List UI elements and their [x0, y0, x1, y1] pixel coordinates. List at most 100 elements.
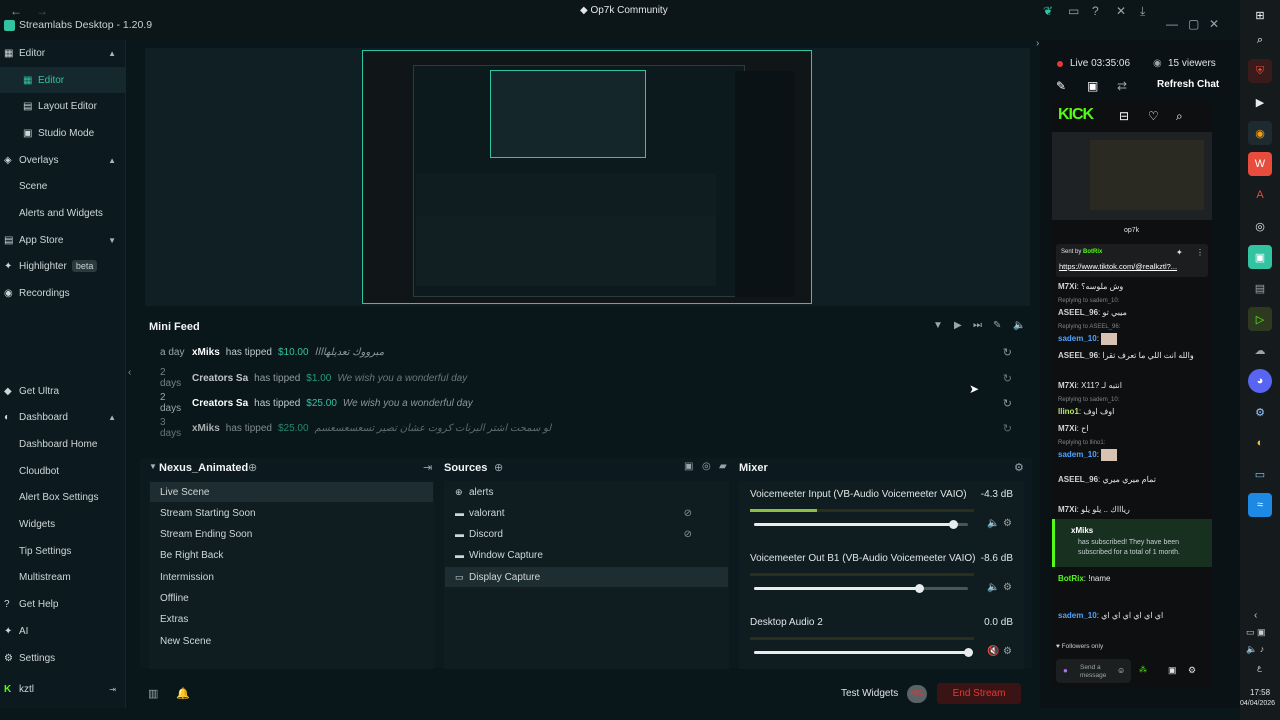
- language-indicator[interactable]: ع: [1257, 663, 1262, 672]
- search-icon[interactable]: ⌕: [1248, 28, 1272, 52]
- app-office-icon[interactable]: W: [1248, 152, 1272, 176]
- volume-slider[interactable]: [754, 587, 968, 590]
- app-files-icon[interactable]: ▤: [1248, 276, 1272, 300]
- leaf-icon[interactable]: ❦: [1043, 4, 1053, 18]
- slider-knob[interactable]: [949, 520, 959, 529]
- sidebar-item-ai[interactable]: ✦ AI: [0, 618, 126, 644]
- sidebar-item-settings[interactable]: ⚙ Settings: [0, 645, 126, 671]
- add-scene-icon[interactable]: ⊕: [248, 461, 257, 474]
- sidebar-section-highlighter[interactable]: ✦ Highlighter beta: [0, 253, 126, 279]
- scene-item[interactable]: New Scene: [150, 631, 433, 651]
- scene-item[interactable]: Offline: [150, 588, 433, 608]
- replay-icon[interactable]: ↻: [1003, 397, 1012, 410]
- gear-icon[interactable]: ⚙: [1003, 518, 1012, 529]
- sidebar-item-layout-editor[interactable]: ▤ Layout Editor: [0, 93, 126, 119]
- share-icon[interactable]: ⇄: [1117, 79, 1127, 93]
- sidebar-section-editor[interactable]: ▦ Editor ▲: [0, 40, 126, 66]
- app-vector-icon[interactable]: A: [1248, 183, 1272, 207]
- sidebar-item-studio-mode[interactable]: ▣ Studio Mode: [0, 120, 126, 146]
- scene-item[interactable]: Live Scene: [150, 482, 433, 502]
- tray-volume-icon[interactable]: 🔈 ♪: [1246, 644, 1264, 655]
- speaker-icon[interactable]: 🔈: [987, 582, 999, 593]
- scene-transition-icon[interactable]: ⇥: [423, 461, 432, 474]
- display-icon[interactable]: ▭: [1068, 4, 1079, 18]
- sidebar-section-recordings[interactable]: ◉ Recordings: [0, 280, 126, 306]
- replay-icon[interactable]: ↻: [1003, 372, 1012, 385]
- pinned-link[interactable]: https://www.tiktok.com/@realkztl?...: [1059, 262, 1177, 271]
- scene-item[interactable]: Extras: [150, 609, 433, 629]
- volume-slider[interactable]: [754, 651, 968, 654]
- gear-icon[interactable]: ⚙: [1003, 582, 1012, 593]
- more-icon[interactable]: ⋮: [1196, 248, 1204, 257]
- start-icon[interactable]: ⊞: [1248, 3, 1272, 27]
- emoji-icon[interactable]: ☺: [1117, 666, 1125, 675]
- sidebar-user[interactable]: Kkztl ⇥: [0, 676, 126, 702]
- scene-item[interactable]: Be Right Back: [150, 545, 433, 565]
- maximize-icon[interactable]: ▢: [1188, 17, 1199, 31]
- add-source-icon[interactable]: ⊕: [494, 461, 503, 474]
- app-browser-icon[interactable]: ◉: [1248, 121, 1272, 145]
- source-group-icon[interactable]: ▣: [684, 461, 693, 472]
- app-firefox-icon[interactable]: ◐: [1248, 431, 1272, 455]
- filter-icon[interactable]: ▼: [933, 320, 943, 331]
- scene-item[interactable]: Stream Starting Soon: [150, 503, 433, 523]
- sidebar-item-get-ultra[interactable]: ◆ Get Ultra: [0, 378, 126, 404]
- app-cloud-icon[interactable]: ☁: [1248, 338, 1272, 362]
- app-kick-icon[interactable]: ▷: [1248, 307, 1272, 331]
- minimize-icon[interactable]: —: [1166, 17, 1178, 31]
- sidebar-item-multistream[interactable]: Multistream: [0, 564, 126, 590]
- skip-icon[interactable]: ⏭: [973, 320, 982, 331]
- mic-icon[interactable]: ●: [1063, 666, 1068, 675]
- slider-knob[interactable]: [964, 648, 973, 657]
- sidebar-item-widgets[interactable]: Widgets: [0, 511, 126, 537]
- app-discord-icon[interactable]: ◕: [1248, 369, 1272, 393]
- sidebar-section-overlays[interactable]: ◈ Overlays ▲: [0, 147, 126, 173]
- gear-icon[interactable]: ⚙: [1014, 461, 1024, 474]
- app-media-icon[interactable]: ▶: [1248, 90, 1272, 114]
- app-streamlabs-icon[interactable]: ▣: [1248, 245, 1272, 269]
- clock-date[interactable]: 04/04/2026: [1240, 700, 1275, 707]
- app-obs-icon[interactable]: ◎: [1248, 214, 1272, 238]
- mute-alerts-icon[interactable]: ✎: [993, 320, 1001, 331]
- display-capture-preview[interactable]: [362, 50, 812, 304]
- play-icon[interactable]: ▶: [954, 320, 962, 331]
- notifications-icon[interactable]: 🔔: [176, 687, 190, 700]
- app-monitor-icon[interactable]: ▭: [1248, 462, 1272, 486]
- sidebar-item-cloudbot[interactable]: Cloudbot: [0, 458, 126, 484]
- logout-icon[interactable]: ⇥: [109, 685, 116, 694]
- pinned-message[interactable]: Sent by BotRix https://www.tiktok.com/@r…: [1056, 244, 1208, 277]
- back-arrow-icon[interactable]: ←: [10, 4, 22, 18]
- volume-slider[interactable]: [754, 523, 968, 526]
- test-widgets-button[interactable]: Test Widgets: [841, 688, 898, 699]
- sidebar-item-tip-settings[interactable]: Tip Settings: [0, 538, 126, 564]
- replay-icon[interactable]: ↻: [1003, 346, 1012, 359]
- download-icon[interactable]: ⤓: [1140, 4, 1145, 19]
- stream-thumbnail[interactable]: [1052, 132, 1212, 220]
- speaker-muted-icon[interactable]: 🔇: [987, 646, 999, 657]
- refresh-chat-button[interactable]: Refresh Chat: [1157, 79, 1219, 90]
- hidden-eye-icon[interactable]: ⊘: [684, 508, 692, 519]
- chat-input[interactable]: ● Send a message ☺: [1056, 659, 1131, 683]
- gear-icon[interactable]: ⚙: [1003, 646, 1012, 657]
- stats-icon[interactable]: ▥: [148, 687, 158, 700]
- clock-time[interactable]: 17:58: [1250, 688, 1270, 697]
- folder-icon[interactable]: ▰: [719, 461, 727, 472]
- help-icon[interactable]: ?: [1092, 4, 1099, 18]
- sidebar-item-get-help[interactable]: ? Get Help: [0, 591, 126, 617]
- settings-icon[interactable]: ⚙: [1188, 665, 1196, 676]
- edit-icon[interactable]: ✎: [1056, 79, 1066, 93]
- source-item[interactable]: ▬ Window Capture: [445, 545, 728, 565]
- sidebar-item-dashboard-home[interactable]: Dashboard Home: [0, 431, 126, 457]
- sidebar-section-app-store[interactable]: ▤ App Store ▼: [0, 227, 126, 253]
- close-icon[interactable]: ✕: [1209, 17, 1219, 31]
- source-item[interactable]: ▭ Display Capture: [445, 567, 728, 587]
- search-icon[interactable]: ⌕: [1176, 109, 1183, 124]
- source-item[interactable]: ▬ Discord ⊘: [445, 524, 728, 544]
- slider-knob[interactable]: [914, 584, 924, 593]
- heart-icon[interactable]: ♡: [1148, 109, 1159, 123]
- chevron-down-icon[interactable]: ▼: [149, 462, 157, 471]
- tray-chevron-icon[interactable]: ‹: [1254, 610, 1257, 621]
- calendar-icon[interactable]: ▣: [1168, 665, 1177, 676]
- source-item[interactable]: ⊕ alerts: [445, 482, 728, 502]
- scene-item[interactable]: Stream Ending Soon: [150, 524, 433, 544]
